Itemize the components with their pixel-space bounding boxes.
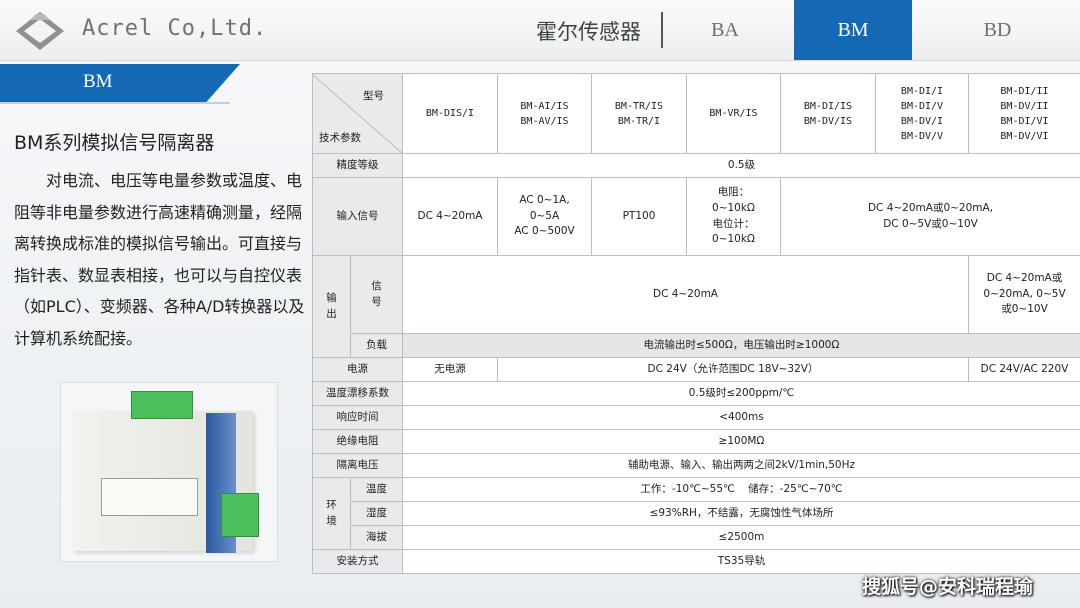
input-line: AC 0~500V <box>514 225 575 238</box>
model-name: BM-DI/II <box>1000 85 1049 97</box>
row-label-input: 输入信号 <box>312 177 403 256</box>
env-char: 环 <box>326 498 337 511</box>
signal-char: 信 <box>371 279 382 292</box>
model-name: BM-DI/V <box>900 100 944 112</box>
row-label-temp-drift: 温度漂移系数 <box>312 381 403 406</box>
row-label-signal: 信号 <box>350 255 403 334</box>
company-name: Acrel Co,Ltd. <box>82 16 268 41</box>
section-title: 霍尔传感器 <box>536 20 641 44</box>
row-label-insulation: 绝缘电阻 <box>312 429 403 454</box>
table-corner-cell: 型号技术参数 <box>312 73 403 154</box>
output-signal-alt: DC 4~20mA或 0~20mA, 0~5V 或0~10V <box>968 255 1080 334</box>
input-ai-av: AC 0~1A, 0~5A AC 0~500V <box>497 177 592 256</box>
watermark-text: 搜狐号@安科瑞程瑜 <box>862 576 1034 598</box>
model-name: BM-AV/IS <box>520 115 569 127</box>
product-title: BM系列模拟信号隔离器 <box>14 132 215 154</box>
terminal-block-side <box>221 493 259 537</box>
model-name: BM-DV/II <box>1000 100 1049 112</box>
tab-bd[interactable]: BD <box>930 0 1065 60</box>
temperature-value: 工作：-10℃~55℃ 储存：-25℃~70℃ <box>402 477 1080 502</box>
product-description: 对电流、电压等电量参数或温度、电阻等非电量参数进行高速精确测量，经隔离转换成标准… <box>14 171 305 348</box>
output-line: 或0~10V <box>1001 303 1048 316</box>
row-label-load: 负载 <box>350 333 403 358</box>
signal-char: 号 <box>371 295 382 308</box>
input-tr: PT100 <box>591 177 687 256</box>
row-label-accuracy: 精度等级 <box>312 153 403 178</box>
input-line: DC 0~5V或0~10V <box>883 217 978 230</box>
output-line: 0~20mA, 0~5V <box>983 287 1066 300</box>
response-value: <400ms <box>402 405 1080 430</box>
device-label-plate <box>101 478 198 516</box>
row-label-environment: 环境 <box>312 477 351 550</box>
row-label-output: 输出 <box>312 255 351 358</box>
tab-bm[interactable]: BM <box>794 0 912 60</box>
altitude-value: ≤2500m <box>402 525 1080 550</box>
insulation-value: ≥100MΩ <box>402 429 1080 454</box>
row-label-response: 响应时间 <box>312 405 403 430</box>
model-name: BM-VR/IS <box>709 108 758 119</box>
input-vr: 电阻： 0~10kΩ 电位计： 0~10kΩ <box>686 177 781 256</box>
output-line: DC 4~20mA或 <box>986 271 1063 284</box>
model-name: BM-DIS/I <box>425 108 475 119</box>
power-dc24: DC 24V（允许范围DC 18V~32V） <box>497 357 969 382</box>
model-col-6: BM-DI/I BM-DI/V BM-DV/I BM-DV/V <box>875 73 969 154</box>
input-line: 电阻： <box>717 186 750 198</box>
header-divider <box>661 12 663 48</box>
row-label-power: 电源 <box>312 357 403 382</box>
model-col-7: BM-DI/II BM-DV/II BM-DI/VI BM-DV/VI <box>968 73 1080 154</box>
input-line: 0~10kΩ <box>712 233 755 246</box>
input-line: 电位计： <box>712 217 755 230</box>
accuracy-value: 0.5级 <box>402 153 1080 178</box>
terminal-block-top <box>131 391 193 419</box>
env-char: 境 <box>326 514 337 527</box>
input-line: AC 0~1A, <box>519 193 570 206</box>
input-dis: DC 4~20mA <box>402 177 498 256</box>
header-bar: Acrel Co,Ltd. 霍尔传感器 BA BM BD <box>0 0 1080 61</box>
model-name: BM-DV/V <box>900 130 944 142</box>
model-name: BM-DI/VI <box>1000 115 1049 127</box>
output-char: 出 <box>326 307 337 320</box>
acrel-logo-icon <box>16 12 64 50</box>
tab-ba[interactable]: BA <box>670 0 780 60</box>
row-label-humidity: 湿度 <box>350 501 403 526</box>
model-col-4: BM-VR/IS <box>686 73 781 154</box>
model-name: BM-DI/I <box>900 85 944 97</box>
input-di-dv: DC 4~20mA或0~20mA, DC 0~5V或0~10V <box>780 177 1080 256</box>
model-name: BM-DV/I <box>900 115 944 127</box>
corner-label-model: 型号 <box>363 89 384 102</box>
load-value: 电流输出时≤500Ω，电压输出时≥1000Ω <box>402 333 1080 358</box>
power-none: 无电源 <box>402 357 498 382</box>
row-label-temperature: 温度 <box>350 477 403 502</box>
spec-table: 型号技术参数 BM-DIS/I BM-AI/IS BM-AV/IS BM-TR/I… <box>312 73 1080 593</box>
input-line: 0~10kΩ <box>712 201 755 214</box>
corner-label-params: 技术参数 <box>319 131 361 144</box>
series-banner: BM <box>0 64 240 102</box>
isolation-value: 辅助电源、输入、输出两两之间2kV/1min,50Hz <box>402 453 1080 478</box>
input-line: 0~5A <box>529 209 560 222</box>
temp-drift-value: 0.5级时≤200ppm/℃ <box>402 381 1080 406</box>
product-photo <box>60 382 278 562</box>
row-label-altitude: 海拔 <box>350 525 403 550</box>
model-name: BM-TR/IS <box>614 100 664 112</box>
power-dc-ac: DC 24V/AC 220V <box>968 357 1080 382</box>
install-value: TS35导轨 <box>402 549 1080 574</box>
model-col-5: BM-DI/IS BM-DV/IS <box>780 73 876 154</box>
output-char: 输 <box>326 291 337 304</box>
model-name: BM-AI/IS <box>520 100 569 112</box>
input-line: DC 4~20mA或0~20mA, <box>867 201 994 214</box>
model-name: BM-TR/I <box>617 115 661 127</box>
row-label-install: 安装方式 <box>312 549 403 574</box>
humidity-value: ≤93%RH，不结露，无腐蚀性气体场所 <box>402 501 1080 526</box>
model-col-2: BM-AI/IS BM-AV/IS <box>497 73 592 154</box>
banner-underline <box>0 102 230 104</box>
slide: Acrel Co,Ltd. 霍尔传感器 BA BM BD BM BM系列模拟信号… <box>0 0 1080 608</box>
model-col-3: BM-TR/IS BM-TR/I <box>591 73 687 154</box>
output-signal-main: DC 4~20mA <box>402 255 969 334</box>
row-label-isolation: 隔离电压 <box>312 453 403 478</box>
model-col-1: BM-DIS/I <box>402 73 498 154</box>
model-name: BM-DV/IS <box>803 115 853 127</box>
series-banner-label: BM <box>83 71 113 92</box>
model-name: BM-DI/IS <box>803 100 853 112</box>
model-name: BM-DV/VI <box>1000 130 1049 142</box>
